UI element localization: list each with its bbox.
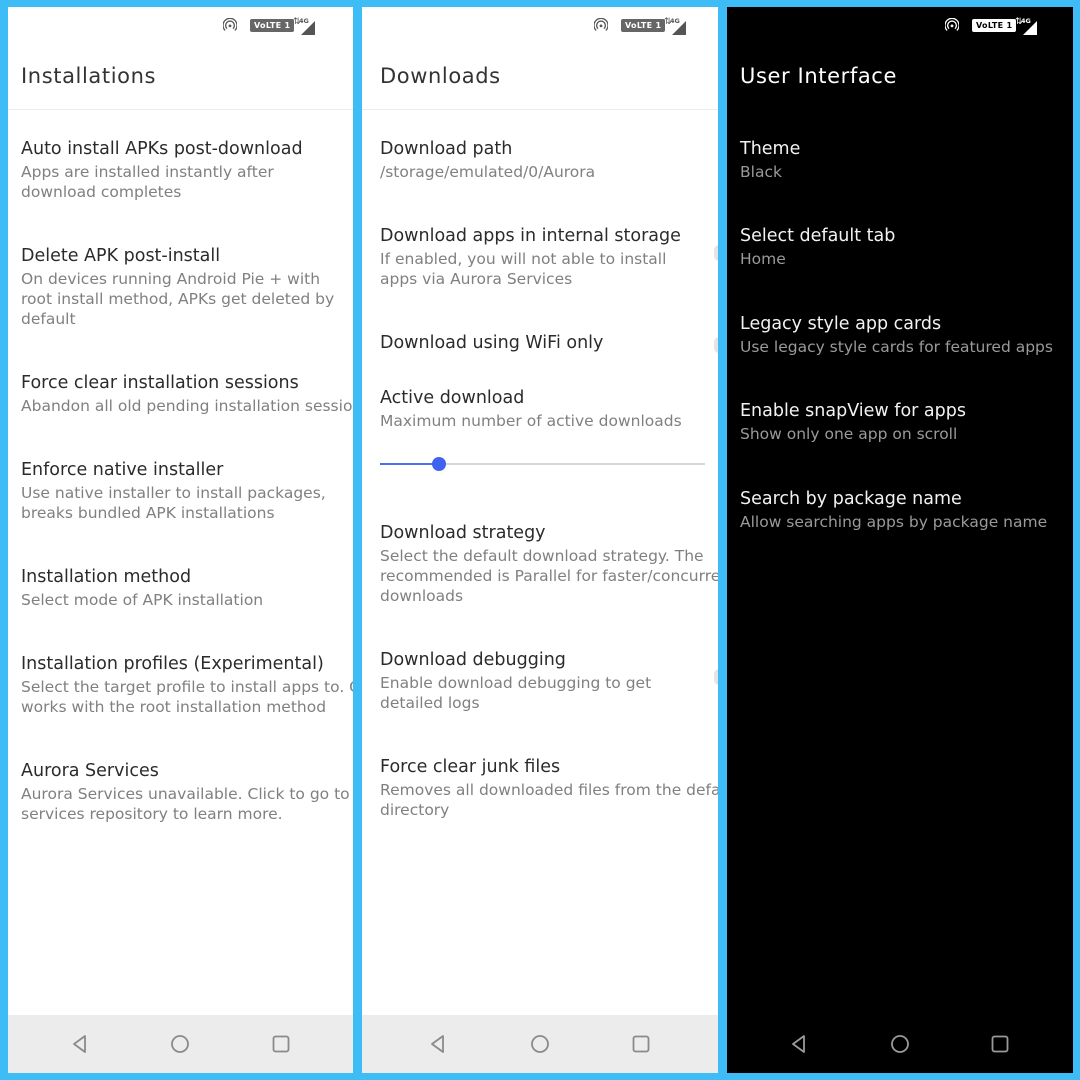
setting-aurora-services[interactable]: Aurora Services Aurora Services unavaila…	[21, 759, 353, 824]
setting-title: Download apps in internal storage	[380, 226, 681, 246]
home-circle-icon[interactable]	[890, 1034, 910, 1054]
signal-icon	[1023, 21, 1037, 35]
setting-download-debugging[interactable]: Download debugging Enable download debug…	[380, 648, 718, 713]
setting-search-package[interactable]: Search by package name Allow searching a…	[740, 487, 1073, 532]
hotspot-icon	[945, 18, 959, 31]
setting-title: Download debugging	[380, 650, 566, 670]
setting-subtitle: /storage/emulated/0/Aurora	[380, 163, 596, 181]
setting-legacy-cards[interactable]: Legacy style app cards Use legacy style …	[740, 312, 1073, 357]
internal-storage-switch[interactable]	[714, 245, 718, 261]
setting-title: Installation profiles (Experimental)	[21, 654, 324, 674]
setting-subtitle: Aurora Services unavailable. Click to go…	[21, 785, 350, 823]
back-triangle-icon[interactable]	[789, 1034, 809, 1054]
hotspot-icon	[223, 18, 237, 31]
setting-title: Delete APK post-install	[21, 246, 221, 266]
wifi-only-switch[interactable]	[714, 337, 718, 353]
setting-title: Legacy style app cards	[740, 314, 942, 334]
active-download-slider[interactable]	[380, 454, 705, 474]
download-debugging-switch[interactable]	[714, 669, 718, 685]
setting-active-download: Active download Maximum number of active…	[380, 386, 718, 431]
volte-badge: VoLTE 1	[972, 19, 1017, 32]
setting-internal-storage[interactable]: Download apps in internal storage If ena…	[380, 224, 718, 289]
setting-snapview[interactable]: Enable snapView for apps Show only one a…	[740, 399, 1073, 444]
back-triangle-icon[interactable]	[428, 1034, 448, 1054]
setting-subtitle: On devices running Android Pie + with ro…	[21, 270, 335, 328]
setting-force-clear-sessions[interactable]: Force clear installation sessions Abando…	[21, 371, 353, 416]
page-title: Installations	[21, 64, 157, 88]
home-circle-icon[interactable]	[170, 1034, 190, 1054]
setting-subtitle: Maximum number of active downloads	[380, 412, 682, 430]
header-divider	[8, 109, 353, 110]
setting-subtitle: Use native installer to install packages…	[21, 484, 326, 522]
slider-track-fill	[380, 463, 439, 465]
volte-badge: VoLTE 1	[250, 19, 295, 32]
setting-title: Installation method	[21, 567, 192, 587]
setting-title: Active download	[380, 388, 525, 408]
setting-installation-method[interactable]: Installation method Select mode of APK i…	[21, 565, 353, 610]
status-bar: VoLTE 1 ⇅ 4G	[935, 15, 1073, 37]
setting-delete-apk[interactable]: Delete APK post-install On devices runni…	[21, 244, 353, 329]
setting-wifi-only[interactable]: Download using WiFi only	[380, 331, 718, 356]
navigation-bar	[727, 1015, 1073, 1073]
setting-title: Force clear junk files	[380, 757, 561, 777]
setting-auto-install[interactable]: Auto install APKs post-download Apps are…	[21, 137, 353, 202]
volte-badge: VoLTE 1	[621, 19, 666, 32]
signal-icon	[672, 21, 686, 35]
header-divider	[362, 109, 718, 110]
setting-subtitle: If enabled, you will not able to install…	[380, 250, 667, 288]
setting-default-tab[interactable]: Select default tab Home	[740, 224, 1073, 269]
user-interface-screen: VoLTE 1 ⇅ 4G User Interface Theme Black …	[727, 7, 1073, 1073]
back-triangle-icon[interactable]	[70, 1034, 90, 1054]
hotspot-icon	[594, 18, 608, 31]
setting-subtitle: Select the target profile to install app…	[21, 678, 353, 716]
setting-title: Enforce native installer	[21, 460, 224, 480]
recents-square-icon[interactable]	[271, 1034, 291, 1054]
setting-subtitle: Allow searching apps by package name	[740, 513, 1048, 531]
setting-title: Download using WiFi only	[380, 333, 604, 353]
setting-installation-profiles[interactable]: Installation profiles (Experimental) Sel…	[21, 652, 353, 717]
status-bar: VoLTE 1 ⇅ 4G	[584, 15, 718, 37]
setting-native-installer[interactable]: Enforce native installer Use native inst…	[21, 458, 353, 523]
recents-square-icon[interactable]	[990, 1034, 1010, 1054]
navigation-bar	[8, 1015, 353, 1073]
installations-screen: VoLTE 1 ⇅ 4G Installations Auto install …	[8, 7, 353, 1073]
signal-icon	[301, 21, 315, 35]
page-title: Downloads	[380, 64, 501, 88]
setting-subtitle: Home	[740, 250, 786, 268]
home-circle-icon[interactable]	[530, 1034, 550, 1054]
setting-subtitle: Select the default download strategy. Th…	[380, 547, 718, 605]
slider-thumb[interactable]	[431, 457, 446, 471]
setting-title: Download path	[380, 139, 513, 159]
setting-subtitle: Abandon all old pending installation ses…	[21, 397, 353, 415]
setting-title: Auto install APKs post-download	[21, 139, 303, 159]
setting-theme[interactable]: Theme Black	[740, 137, 1073, 182]
setting-subtitle: Show only one app on scroll	[740, 425, 958, 443]
setting-download-strategy[interactable]: Download strategy Select the default dow…	[380, 521, 718, 606]
setting-title: Aurora Services	[21, 761, 159, 781]
setting-subtitle: Enable download debugging to get detaile…	[380, 674, 652, 712]
setting-title: Select default tab	[740, 226, 896, 246]
setting-title: Force clear installation sessions	[21, 373, 299, 393]
setting-subtitle: Black	[740, 163, 782, 181]
downloads-screen: VoLTE 1 ⇅ 4G Downloads Download path /st…	[362, 7, 718, 1073]
setting-subtitle: Removes all downloaded files from the de…	[380, 781, 718, 819]
setting-force-clear-junk[interactable]: Force clear junk files Removes all downl…	[380, 755, 718, 820]
setting-download-path[interactable]: Download path /storage/emulated/0/Aurora	[380, 137, 718, 182]
setting-subtitle: Use legacy style cards for featured apps	[740, 338, 1053, 356]
recents-square-icon[interactable]	[631, 1034, 651, 1054]
setting-title: Search by package name	[740, 489, 962, 509]
setting-subtitle: Select mode of APK installation	[21, 591, 264, 609]
navigation-bar	[362, 1015, 718, 1073]
setting-title: Theme	[740, 139, 801, 159]
setting-title: Download strategy	[380, 523, 546, 543]
page-title: User Interface	[740, 64, 897, 88]
setting-title: Enable snapView for apps	[740, 401, 966, 421]
status-bar: VoLTE 1 ⇅ 4G	[213, 15, 353, 37]
setting-subtitle: Apps are installed instantly after downl…	[21, 163, 274, 201]
